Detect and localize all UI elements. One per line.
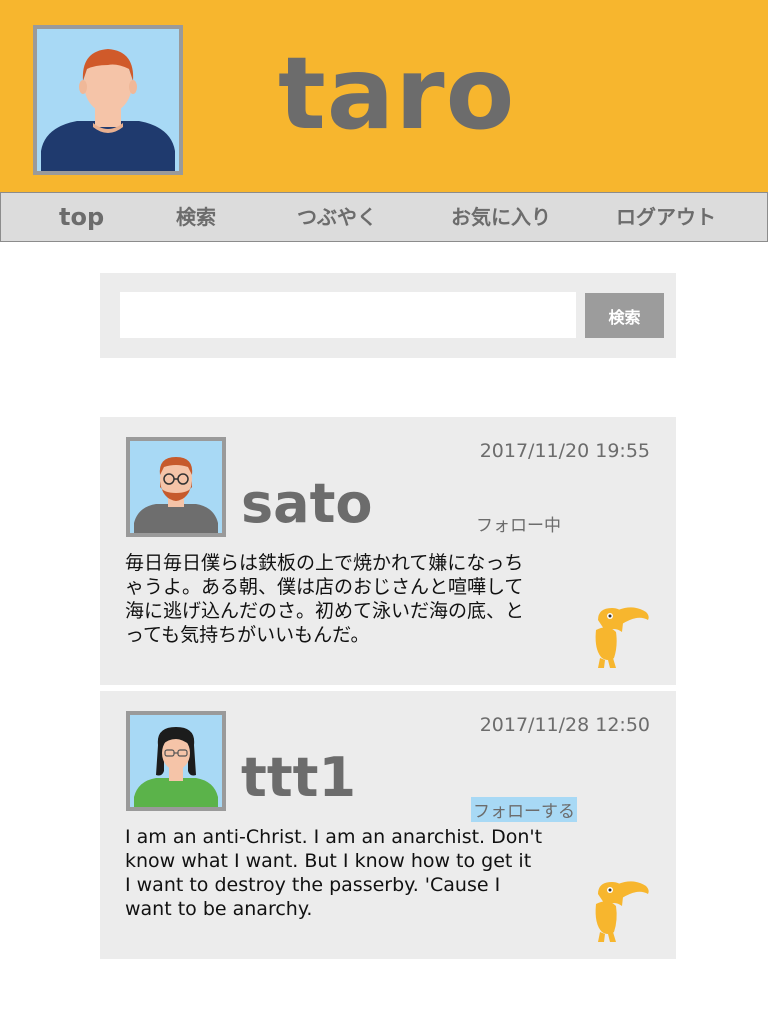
nav-item-logout[interactable]: ログアウト <box>616 193 716 241</box>
user-avatar[interactable] <box>33 25 183 175</box>
post-timestamp: 2017/11/28 12:50 <box>479 714 650 736</box>
post-username[interactable]: sato <box>241 477 373 531</box>
follow-button[interactable]: フォローする <box>471 797 577 822</box>
post-text: I am an anti-Christ. I am an anarchist. … <box>125 825 577 921</box>
post-username[interactable]: ttt1 <box>241 751 356 805</box>
post-text-line: know what I want. But I know how to get … <box>125 850 532 872</box>
post-text-line: ゃうよ。ある朝、僕は店のおじさんと喧嘩して <box>125 576 524 598</box>
post-text-line: っても気持ちがいいもんだ。 <box>125 624 370 646</box>
post-card: 2017/11/28 12:50 ttt1 フォローする I am an ant… <box>100 691 676 959</box>
search-panel: 検索 <box>100 273 676 358</box>
post-text-line: want to be anarchy. <box>125 898 313 920</box>
search-button[interactable]: 検索 <box>585 293 664 338</box>
search-input[interactable] <box>120 292 576 338</box>
post-avatar[interactable] <box>126 711 226 811</box>
man-avatar-icon <box>37 29 179 171</box>
main-nav: top 検索 つぶやく お気に入り ログアウト <box>0 192 768 242</box>
nav-item-search[interactable]: 検索 <box>176 193 216 241</box>
nav-item-tweet[interactable]: つぶやく <box>297 193 377 241</box>
post-text: 毎日毎日僕らは鉄板の上で焼かれて嫌になっち ゃうよ。ある朝、僕は店のおじさんと喧… <box>125 551 577 647</box>
post-text-line: I am an anti-Christ. I am an anarchist. … <box>125 826 543 848</box>
post-text-line: I want to destroy the passerby. 'Cause I <box>125 874 501 896</box>
profile-header: taro <box>0 0 768 192</box>
bearded-man-avatar-icon <box>130 441 222 533</box>
nav-item-top[interactable]: top <box>59 193 104 241</box>
toucan-icon[interactable] <box>594 602 650 668</box>
post-text-line: 毎日毎日僕らは鉄板の上で焼かれて嫌になっち <box>125 552 524 574</box>
nav-item-favorites[interactable]: お気に入り <box>451 193 551 241</box>
post-text-line: 海に逃げ込んだのさ。初めて泳いだ海の底、と <box>125 600 525 622</box>
post-card: 2017/11/20 19:55 sato フォロー中 毎日毎日僕らは鉄板の上で… <box>100 417 676 685</box>
following-status[interactable]: フォロー中 <box>476 511 561 536</box>
toucan-icon[interactable] <box>594 876 650 942</box>
post-avatar[interactable] <box>126 437 226 537</box>
post-timestamp: 2017/11/20 19:55 <box>479 440 650 462</box>
page-title: taro <box>278 35 516 152</box>
woman-avatar-icon <box>130 715 222 807</box>
